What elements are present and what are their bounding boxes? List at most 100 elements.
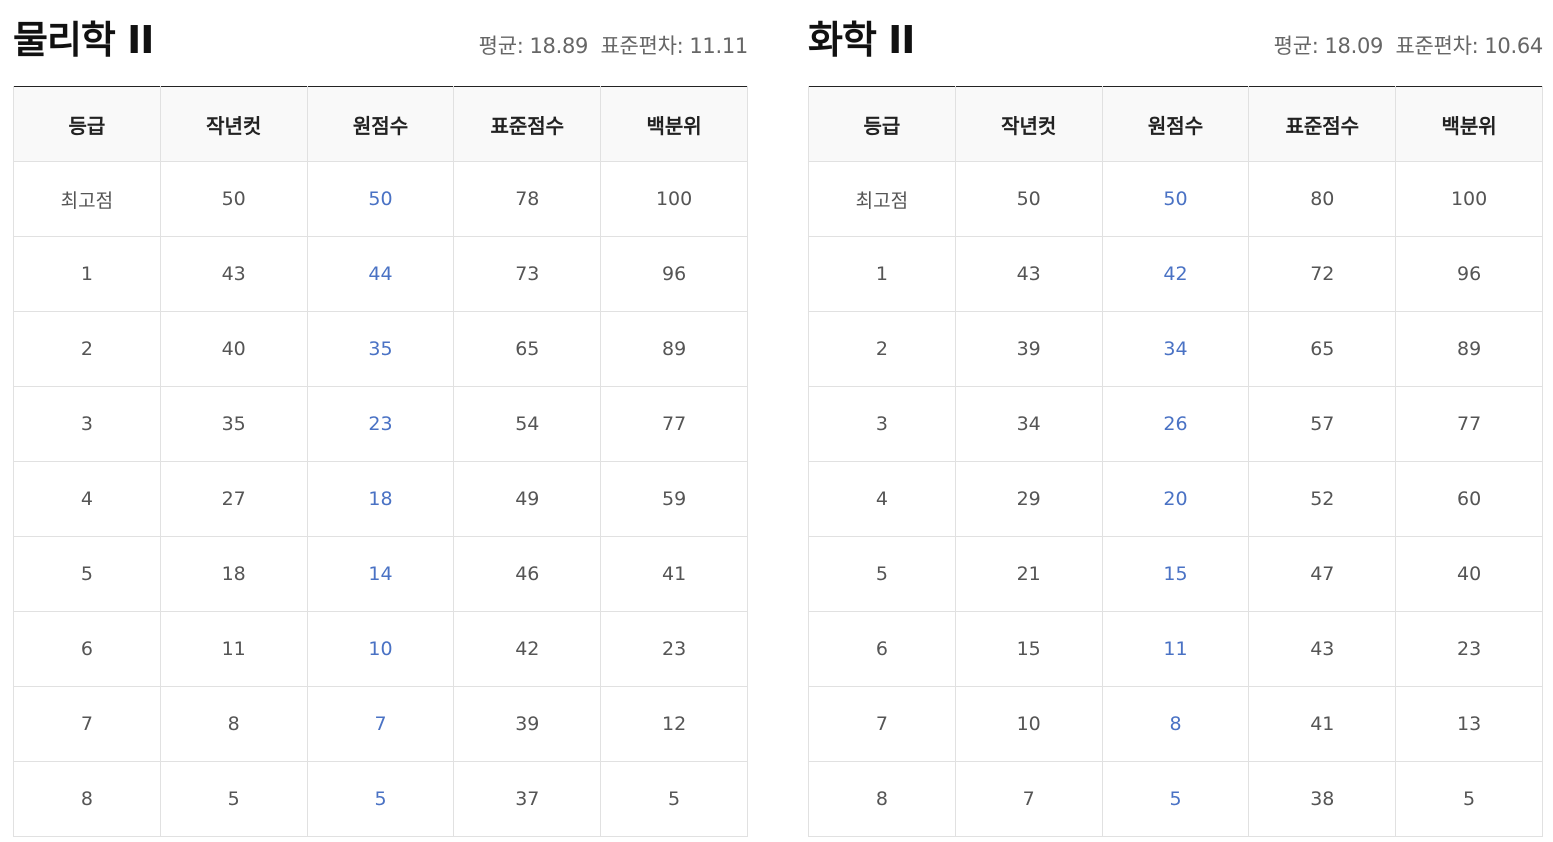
raw-score-cell: 14 [306, 536, 455, 612]
standard-score-cell: 43 [1248, 611, 1397, 687]
grade-cell: 8 [13, 761, 161, 837]
grade-table: 등급 작년컷 원점수 표준점수 백분위 최고점 50 50 80 100 1 43 42 72 9… [808, 86, 1543, 837]
table-row: 3 35 23 54 77 [13, 386, 748, 462]
grade-cell: 4 [808, 461, 956, 537]
grade-cell: 최고점 [13, 161, 161, 237]
last-year-cut-cell: 34 [954, 386, 1103, 462]
percentile-cell: 13 [1395, 686, 1543, 762]
table-row: 8 7 5 38 5 [808, 761, 1543, 837]
last-year-cut-cell: 18 [159, 536, 308, 612]
mean-label: 평균: [478, 34, 524, 58]
col-header-grade: 등급 [13, 86, 161, 162]
mean-value: 18.09 [1324, 34, 1384, 58]
mean-label: 평균: [1273, 34, 1319, 58]
grade-cell: 3 [13, 386, 161, 462]
standard-score-cell: 41 [1248, 686, 1397, 762]
standard-score-cell: 37 [453, 761, 602, 837]
sd-label: 표준편차: [600, 34, 684, 58]
table-header-row: 등급 작년컷 원점수 표준점수 백분위 [808, 86, 1543, 162]
standard-score-cell: 39 [453, 686, 602, 762]
table-row: 5 18 14 46 41 [13, 536, 748, 612]
sd-label: 표준편차: [1395, 34, 1479, 58]
standard-score-cell: 57 [1248, 386, 1397, 462]
table-row: 4 29 20 52 60 [808, 461, 1543, 537]
panel-stats: 평균: 18.09 표준편차: 10.64 [1273, 30, 1544, 62]
grade-cell: 7 [808, 686, 956, 762]
col-header-raw-score: 원점수 [306, 86, 455, 162]
standard-score-cell: 73 [453, 236, 602, 312]
last-year-cut-cell: 21 [954, 536, 1103, 612]
grade-cell: 2 [808, 311, 956, 387]
panel-title: 화학 II [808, 18, 915, 62]
raw-score-cell: 15 [1101, 536, 1250, 612]
standard-score-cell: 72 [1248, 236, 1397, 312]
last-year-cut-cell: 11 [159, 611, 308, 687]
raw-score-cell: 5 [1101, 761, 1250, 837]
col-header-standard-score: 표준점수 [453, 86, 602, 162]
grade-cell: 1 [808, 236, 956, 312]
sd-value: 11.11 [689, 34, 748, 58]
last-year-cut-cell: 5 [159, 761, 308, 837]
raw-score-cell: 11 [1101, 611, 1250, 687]
last-year-cut-cell: 43 [954, 236, 1103, 312]
col-header-standard-score: 표준점수 [1248, 86, 1397, 162]
standard-score-cell: 65 [453, 311, 602, 387]
last-year-cut-cell: 27 [159, 461, 308, 537]
standard-score-cell: 42 [453, 611, 602, 687]
table-row: 8 5 5 37 5 [13, 761, 748, 837]
raw-score-cell: 35 [306, 311, 455, 387]
percentile-cell: 77 [600, 386, 748, 462]
percentile-cell: 41 [600, 536, 748, 612]
col-header-grade: 등급 [808, 86, 956, 162]
percentile-cell: 77 [1395, 386, 1543, 462]
grade-cell: 8 [808, 761, 956, 837]
raw-score-cell: 42 [1101, 236, 1250, 312]
last-year-cut-cell: 10 [954, 686, 1103, 762]
standard-score-cell: 52 [1248, 461, 1397, 537]
table-row: 1 43 42 72 96 [808, 236, 1543, 312]
percentile-cell: 96 [1395, 236, 1543, 312]
grade-cell: 5 [13, 536, 161, 612]
table-row: 4 27 18 49 59 [13, 461, 748, 537]
standard-score-cell: 47 [1248, 536, 1397, 612]
percentile-cell: 5 [1395, 761, 1543, 837]
table-row: 최고점 50 50 78 100 [13, 161, 748, 237]
last-year-cut-cell: 39 [954, 311, 1103, 387]
raw-score-cell: 50 [306, 161, 455, 237]
col-header-last-year-cut: 작년컷 [159, 86, 308, 162]
grade-cell: 5 [808, 536, 956, 612]
last-year-cut-cell: 15 [954, 611, 1103, 687]
grade-cell: 4 [13, 461, 161, 537]
raw-score-cell: 8 [1101, 686, 1250, 762]
table-row: 7 8 7 39 12 [13, 686, 748, 762]
raw-score-cell: 50 [1101, 161, 1250, 237]
table-row: 1 43 44 73 96 [13, 236, 748, 312]
mean-value: 18.89 [529, 34, 589, 58]
last-year-cut-cell: 35 [159, 386, 308, 462]
percentile-cell: 23 [1395, 611, 1543, 687]
physics-2-panel: 물리학 II 평균: 18.89 표준편차: 11.11 등급 작년컷 원점수 표준… [13, 0, 748, 837]
table-header-row: 등급 작년컷 원점수 표준점수 백분위 [13, 86, 748, 162]
sd-value: 10.64 [1484, 34, 1543, 58]
percentile-cell: 40 [1395, 536, 1543, 612]
raw-score-cell: 10 [306, 611, 455, 687]
standard-score-cell: 80 [1248, 161, 1397, 237]
standard-score-cell: 54 [453, 386, 602, 462]
grade-cell: 2 [13, 311, 161, 387]
table-row: 3 34 26 57 77 [808, 386, 1543, 462]
percentile-cell: 12 [600, 686, 748, 762]
standard-score-cell: 78 [453, 161, 602, 237]
grade-cell: 6 [13, 611, 161, 687]
panel-stats: 평균: 18.89 표준편차: 11.11 [478, 30, 749, 62]
grade-cell: 6 [808, 611, 956, 687]
grade-cell: 1 [13, 236, 161, 312]
percentile-cell: 89 [1395, 311, 1543, 387]
raw-score-cell: 44 [306, 236, 455, 312]
raw-score-cell: 5 [306, 761, 455, 837]
last-year-cut-cell: 7 [954, 761, 1103, 837]
last-year-cut-cell: 8 [159, 686, 308, 762]
table-row: 5 21 15 47 40 [808, 536, 1543, 612]
percentile-cell: 100 [600, 161, 748, 237]
percentile-cell: 60 [1395, 461, 1543, 537]
percentile-cell: 89 [600, 311, 748, 387]
